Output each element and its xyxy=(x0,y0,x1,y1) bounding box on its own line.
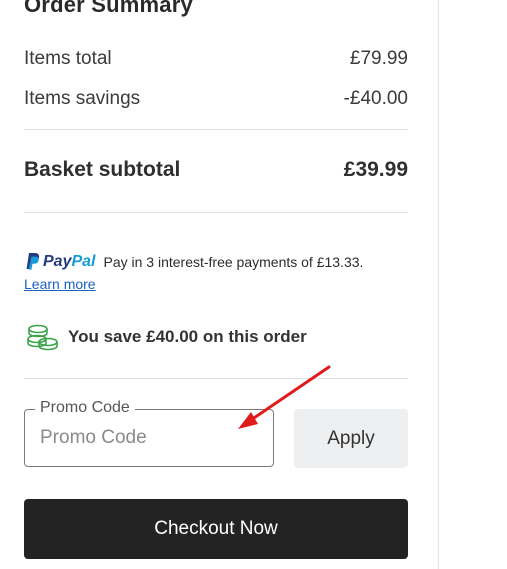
apply-button[interactable]: Apply xyxy=(294,409,408,468)
basket-subtotal-label: Basket subtotal xyxy=(24,158,181,181)
paypal-pay-in-3: Pay Pal Pay in 3 interest-free payments o… xyxy=(24,252,408,292)
divider xyxy=(24,378,408,379)
paypal-logo-word-1: Pay xyxy=(43,253,72,270)
order-summary-panel: Order Summary Items total £79.99 Items s… xyxy=(24,0,408,569)
coins-icon xyxy=(27,324,58,351)
paypal-logo-word-2: Pal xyxy=(71,253,96,270)
items-total-label: Items total xyxy=(24,48,112,69)
paypal-logo: Pay Pal xyxy=(24,252,95,272)
basket-subtotal-value: £39.99 xyxy=(343,158,408,181)
items-savings-row: Items savings -£40.00 xyxy=(24,88,408,110)
checkout-button[interactable]: Checkout Now xyxy=(24,499,408,559)
learn-more-link[interactable]: Learn more xyxy=(24,276,96,292)
savings-message: You save £40.00 on this order xyxy=(68,327,307,346)
basket-subtotal-row: Basket subtotal £39.99 xyxy=(24,158,408,182)
order-summary-title: Order Summary xyxy=(24,0,193,17)
promo-code-field[interactable]: Promo Code xyxy=(24,399,274,467)
panel-divider xyxy=(438,0,439,569)
paypal-message: Pay in 3 interest-free payments of £13.3… xyxy=(103,254,364,270)
divider xyxy=(24,212,408,213)
divider xyxy=(24,129,408,130)
savings-callout: You save £40.00 on this order xyxy=(24,322,307,352)
promo-code-input[interactable] xyxy=(25,410,273,466)
items-total-row: Items total £79.99 xyxy=(24,48,408,70)
paypal-icon xyxy=(26,253,40,270)
items-savings-label: Items savings xyxy=(24,88,141,109)
items-total-value: £79.99 xyxy=(349,48,408,69)
items-savings-value: -£40.00 xyxy=(343,88,408,109)
